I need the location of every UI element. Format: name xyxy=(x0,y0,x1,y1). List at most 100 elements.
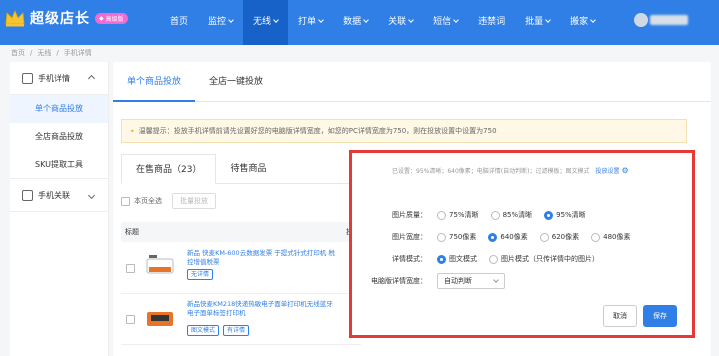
avatar[interactable] xyxy=(634,13,648,27)
chevron-down-icon xyxy=(318,17,324,23)
option-label: 图文模式 xyxy=(449,255,477,263)
tag-image-text-mode: 图文模式 xyxy=(187,325,220,336)
chevron-down-icon xyxy=(493,277,499,283)
radio-width-640[interactable] xyxy=(488,232,498,242)
product-thumbnail[interactable] xyxy=(145,252,175,284)
main-tabs: 单个商品投放 全店一键投放 xyxy=(113,62,711,102)
nav-label: 批量 xyxy=(525,17,544,27)
sidebar-item-single-product[interactable]: 单个商品投放 xyxy=(10,95,108,123)
option-label: 85%清晰 xyxy=(502,211,533,219)
quality-95[interactable]: 95%清晰 xyxy=(544,210,586,220)
notice-banner: • 温馨提示：投放手机详情前请先设置好您的电脑版详情宽度，如您的PC详情宽度为7… xyxy=(121,119,687,143)
option-label: 95%清晰 xyxy=(556,211,586,219)
tab-whole-store[interactable]: 全店一键投放 xyxy=(195,62,277,102)
radio-quality-85[interactable] xyxy=(490,210,500,220)
width-620[interactable]: 620像素 xyxy=(539,232,580,242)
select-all-checkbox[interactable] xyxy=(121,196,130,206)
select-all-label: 本页全选 xyxy=(134,197,162,205)
radio-quality-95[interactable] xyxy=(544,210,554,220)
nav-batch[interactable]: 批量 xyxy=(515,0,560,45)
nav-monitor[interactable]: 监控 xyxy=(198,0,243,45)
sidebar-item-whole-store[interactable]: 全店商品投放 xyxy=(10,123,108,151)
product-tags: 图文模式 有详情 xyxy=(187,325,250,336)
pc-width-value: 自动判断 xyxy=(444,277,472,285)
sidebar-group-mobile-link[interactable]: 手机关联 xyxy=(10,179,108,212)
crown-icon xyxy=(5,9,25,27)
tab-pending-sale[interactable]: 待售商品 xyxy=(216,154,280,184)
radio-width-480[interactable] xyxy=(591,232,601,242)
chevron-down-icon xyxy=(545,17,551,23)
product-thumbnail[interactable] xyxy=(145,303,175,335)
pc-width-select[interactable]: 自动判断 xyxy=(437,273,505,289)
brand-logo[interactable]: 超级店长 ◆ 高级版 xyxy=(4,8,128,28)
width-480[interactable]: 480像素 xyxy=(591,232,631,242)
width-row: 图片宽度： 750像素 640像素 620像素 480像素 xyxy=(352,226,643,248)
radio-width-620[interactable] xyxy=(539,232,549,242)
nav-link[interactable]: 关联 xyxy=(378,0,423,45)
nav-label: 搬家 xyxy=(570,17,589,27)
sidebar-group-label: 手机详情 xyxy=(38,73,70,83)
nav-label: 监控 xyxy=(208,17,227,27)
product-tags: 无详情 xyxy=(187,269,214,280)
nav-home[interactable]: 首页 xyxy=(160,0,198,45)
breadcrumb-home[interactable]: 首页 xyxy=(11,48,25,58)
mode-image-text[interactable]: 图文模式 xyxy=(437,254,477,264)
nav-move[interactable]: 搬家 xyxy=(560,0,605,45)
breadcrumb: 首页 / 无线 / 手机详情 xyxy=(11,46,92,60)
tab-single-product[interactable]: 单个商品投放 xyxy=(113,62,196,102)
chevron-down-icon xyxy=(87,191,96,199)
option-label: 75%清晰 xyxy=(449,211,479,219)
radio-mode-image-text[interactable] xyxy=(437,254,446,264)
sidebar: 手机详情 单个商品投放 全店商品投放 SKU提取工具 手机关联 xyxy=(10,62,109,356)
product-title[interactable]: 新品 快麦KM-600云数据发票 于提式针式打印机 税控增值税票 xyxy=(187,249,337,267)
mode-image-only[interactable]: 图片模式（只传详情中的图片） xyxy=(489,254,599,264)
top-nav-bar: 超级店长 ◆ 高级版 首页 监控 无线 打单 数据 关联 短信 违禁词 批量 搬家 xyxy=(0,0,719,45)
tag-no-detail: 无详情 xyxy=(187,269,214,280)
breadcrumb-wireless[interactable]: 无线 xyxy=(37,48,51,58)
breadcrumb-separator: / xyxy=(30,49,33,57)
nav-print[interactable]: 打单 xyxy=(288,0,333,45)
pc-width-row: 电脑版详情宽度： 自动判断 xyxy=(352,270,505,292)
sidebar-group-mobile-detail[interactable]: 手机详情 xyxy=(10,62,108,95)
deploy-settings-link[interactable]: 投放设置 xyxy=(595,166,619,175)
row-checkbox[interactable] xyxy=(126,264,135,273)
nav-banned-words[interactable]: 违禁词 xyxy=(468,0,515,45)
pc-width-label: 电脑版详情宽度： xyxy=(371,277,427,285)
cancel-button[interactable]: 取消 xyxy=(603,305,637,327)
bulk-actions: 本页全选 批量投放 xyxy=(121,193,216,209)
radio-quality-75[interactable] xyxy=(437,210,446,220)
brand-name: 超级店长 xyxy=(30,11,90,27)
quality-85[interactable]: 85%清晰 xyxy=(490,210,533,220)
product-title[interactable]: 新品快麦KM218快递热敏电子面单打印机无线蓝牙电子面单标签打印机 xyxy=(187,300,337,318)
table-row: 新品快麦KM218快递热敏电子面单打印机无线蓝牙电子面单标签打印机 图文模式 有… xyxy=(121,295,361,345)
mode-row: 详情模式： 图文模式 图片模式（只传详情中的图片） xyxy=(352,248,611,270)
option-label: 620像素 xyxy=(551,233,580,241)
vip-label: 高级版 xyxy=(105,15,124,23)
width-640[interactable]: 640像素 xyxy=(488,232,528,242)
tag-has-detail: 有详情 xyxy=(223,325,250,336)
nav-wireless[interactable]: 无线 xyxy=(243,0,289,45)
quality-row: 图片质量： 75%清晰 85%清晰 95%清晰 xyxy=(352,204,598,226)
chevron-up-icon xyxy=(87,74,96,82)
option-label: 750像素 xyxy=(449,233,477,241)
nav-data[interactable]: 数据 xyxy=(333,0,378,45)
user-name-blurred[interactable] xyxy=(650,15,688,25)
option-label: 640像素 xyxy=(500,233,528,241)
width-750[interactable]: 750像素 xyxy=(437,232,476,242)
radio-mode-image-only[interactable] xyxy=(489,254,498,264)
save-button[interactable]: 保存 xyxy=(643,305,677,327)
product-tabs: 在售商品（23） 待售商品 xyxy=(121,154,351,184)
chevron-down-icon xyxy=(363,17,369,23)
gear-icon[interactable]: ⚙ xyxy=(622,166,629,175)
tab-on-sale[interactable]: 在售商品（23） xyxy=(121,154,217,184)
quality-75[interactable]: 75%清晰 xyxy=(437,210,479,220)
vip-badge: ◆ 高级版 xyxy=(95,12,128,24)
sidebar-item-sku-tool[interactable]: SKU提取工具 xyxy=(10,151,108,179)
nav-sms[interactable]: 短信 xyxy=(423,0,468,45)
row-checkbox[interactable] xyxy=(126,315,135,324)
radio-width-750[interactable] xyxy=(437,232,446,242)
nav-label: 打单 xyxy=(298,17,317,27)
nav-label: 短信 xyxy=(433,17,452,27)
bulk-deploy-button[interactable]: 批量投放 xyxy=(172,193,216,209)
chevron-down-icon xyxy=(408,17,414,23)
